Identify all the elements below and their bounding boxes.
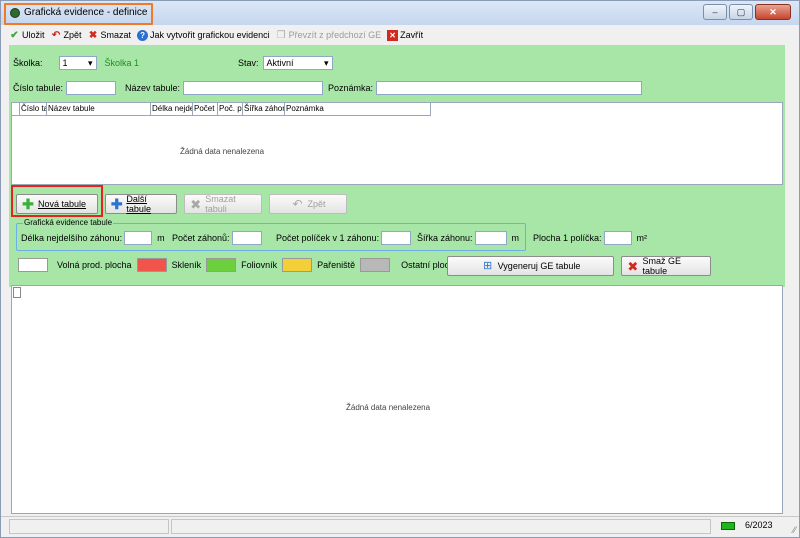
hotbed-swatch (282, 258, 313, 272)
close-icon: ✕ (387, 29, 399, 41)
new-table-button[interactable]: ✚ Nová tabule (16, 194, 98, 214)
note-label: Poznámka: (328, 83, 374, 93)
status-bar: 6/2023 ⁄⁄ (1, 516, 799, 537)
width-unit: m (511, 233, 520, 243)
note-input[interactable] (376, 81, 643, 95)
foil-label: Foliovník (241, 260, 278, 270)
chevron-down-icon: ▾ (323, 57, 329, 68)
app-icon (10, 8, 20, 18)
main-window: Grafická evidence - definice – ▢ ✕ ✔ Ulo… (0, 0, 800, 538)
undo-arrow-icon: ↶ (292, 196, 303, 211)
table-no-label: Číslo tabule: (13, 83, 64, 93)
close-window-button[interactable]: ✕ (755, 4, 791, 20)
column-header[interactable]: Poč. p (218, 103, 243, 115)
delete-ge-button[interactable]: ✖ Smaž GE tabule (621, 256, 711, 276)
tables-grid[interactable]: Číslo tabule Název tabule Délka nejdelší… (11, 102, 783, 185)
howto-button[interactable]: ? Jak vytvořit grafickou evidenci (137, 29, 270, 41)
toolbar: ✔ Uložit ↶ Zpět ✖ Smazat ? Jak vytvořit … (1, 25, 799, 45)
copy-previous-button[interactable]: ❐ Převzít z předchozí GE (276, 30, 382, 41)
state-label: Stav: (238, 58, 259, 68)
count-input[interactable] (231, 231, 262, 245)
maximize-button[interactable]: ▢ (729, 4, 753, 20)
other-area-swatch (360, 258, 391, 272)
ge-grid[interactable]: Žádná data nenalezena (11, 285, 783, 514)
minimize-button[interactable]: – (703, 4, 727, 20)
school-select[interactable]: 1 ▾ (58, 56, 97, 70)
width-input[interactable] (474, 231, 507, 245)
help-icon: ? (137, 29, 149, 41)
hotbed-label: Pařeniště (317, 260, 356, 270)
title-bar: Grafická evidence - definice – ▢ ✕ (1, 1, 799, 25)
status-cell (9, 519, 169, 534)
delete-table-button[interactable]: ✖ Smazat tabuli (184, 194, 262, 214)
foil-swatch (206, 258, 237, 272)
column-header[interactable]: Název tabule (47, 103, 151, 115)
battery-icon (721, 522, 735, 530)
empty-message: Žádná data nenalezena (180, 147, 265, 156)
table-no-input[interactable] (66, 81, 117, 95)
save-button[interactable]: ✔ Uložit (9, 29, 44, 41)
delete-button[interactable]: ✖ Smazat (88, 29, 131, 41)
ge-legend: Grafická evidence tabule (23, 218, 114, 227)
status-cell (171, 519, 711, 534)
grid-header: Číslo tabule Název tabule Délka nejdelší… (12, 103, 431, 116)
checkmark-icon: ✔ (10, 29, 19, 41)
cells-label: Počet políček v 1 záhonu: (276, 233, 380, 243)
state-select[interactable]: Aktivní ▾ (262, 56, 333, 70)
network-icon: ⊞ (483, 259, 493, 272)
generate-ge-button[interactable]: ⊞ Vygeneruj GE tabule (447, 256, 614, 276)
count-label: Počet záhonů: (172, 233, 230, 243)
plus-icon: ✚ (22, 195, 34, 212)
copy-icon: ❐ (276, 29, 286, 41)
empty-message: Žádná data nenalezena (346, 403, 431, 412)
greenhouse-label: Skleník (171, 260, 202, 270)
grid-corner-cell[interactable] (13, 287, 21, 298)
free-area-label: Volná prod. plocha (57, 260, 132, 270)
width-label: Šířka záhonu: (417, 233, 473, 243)
column-header[interactable]: Délka nejdelšího (151, 103, 193, 115)
back-table-button[interactable]: ↶ Zpět (269, 194, 347, 214)
next-table-button[interactable]: ✚ Další tabule (105, 194, 177, 214)
school-label: Školka: (13, 58, 43, 68)
undo-arrow-icon: ↶ (51, 29, 61, 41)
delete-x-icon: ✖ (627, 258, 639, 274)
cells-input[interactable] (381, 231, 412, 245)
greenhouse-swatch (136, 258, 167, 272)
table-name-label: Název tabule: (125, 83, 181, 93)
length-label: Délka nejdelšího záhonu: (21, 233, 123, 243)
area-input[interactable] (603, 231, 632, 245)
area-label: Plocha 1 políčka: (533, 233, 602, 243)
school-name: Školka 1 (104, 58, 140, 68)
back-button[interactable]: ↶ Zpět (51, 30, 82, 41)
period-indicator: 6/2023 (745, 520, 773, 530)
column-header[interactable]: Šířka záhonu (243, 103, 285, 115)
column-header[interactable]: Poznámka (285, 103, 431, 115)
free-area-swatch (18, 258, 48, 272)
resize-grip-icon[interactable]: ⁄⁄ (793, 525, 796, 535)
area-unit: m² (636, 233, 648, 243)
delete-x-icon: ✖ (190, 196, 202, 212)
row-selector-header[interactable] (12, 103, 20, 115)
plus-icon: ✚ (110, 195, 123, 212)
table-name-input[interactable] (183, 81, 324, 95)
close-button[interactable]: ✕ Zavřít (387, 29, 423, 41)
length-input[interactable] (124, 231, 153, 245)
window-title: Grafická evidence - definice (24, 7, 148, 18)
column-header[interactable]: Číslo tabule (20, 103, 47, 115)
column-header[interactable]: Počet (193, 103, 218, 115)
length-unit: m (157, 233, 165, 243)
chevron-down-icon: ▾ (87, 57, 93, 68)
delete-x-icon: ✖ (88, 29, 98, 41)
